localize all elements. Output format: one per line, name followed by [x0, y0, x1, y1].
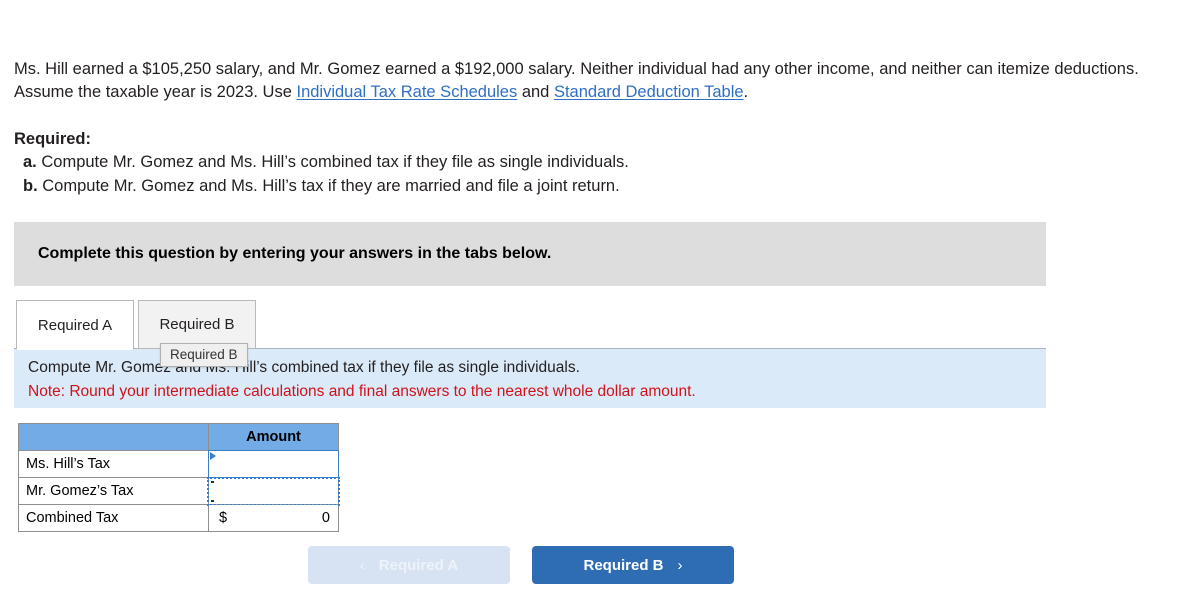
combined-tax-currency: $ [219, 510, 228, 526]
input-ms-hills-tax[interactable] [208, 450, 339, 478]
tab-required-b[interactable]: Required B [138, 300, 256, 349]
combined-tax-money-row: $ 0 [209, 505, 338, 531]
prev-required-a-button[interactable]: ‹ Required A [308, 546, 510, 584]
prev-button-label: Required A [378, 556, 459, 574]
table-row: Mr. Gomez’s Tax [18, 477, 340, 506]
rounding-note-text: Note: Round your intermediate calculatio… [28, 383, 696, 400]
required-item-a: a. Compute Mr. Gomez and Ms. Hill’s comb… [14, 151, 1014, 174]
individual-tax-rate-schedules-link[interactable]: Individual Tax Rate Schedules [296, 83, 517, 101]
combined-tax-value: 0 [321, 510, 330, 526]
required-item-b-text: Compute Mr. Gomez and Ms. Hill’s tax if … [42, 176, 620, 195]
instruction-banner: Complete this question by entering your … [14, 222, 1046, 286]
row-label-ms-hills-tax: Ms. Hill’s Tax [18, 450, 209, 478]
table-header-amount: Amount [208, 423, 339, 451]
tab-required-a-label: Required A [37, 316, 113, 334]
tab-strip: Required A Required B [16, 299, 256, 350]
problem-text-part-2: and [517, 83, 554, 102]
chevron-right-icon: › [677, 556, 683, 574]
cell-caret-icon [210, 452, 216, 460]
tab-required-a[interactable]: Required A [16, 300, 134, 350]
answer-table: Amount Ms. Hill’s Tax Mr. Gomez’s Tax Co… [18, 423, 340, 532]
required-heading: Required: [14, 130, 92, 148]
selected-cell-outline [208, 450, 339, 478]
value-combined-tax: $ 0 [208, 504, 339, 532]
required-item-b-letter: b. [23, 176, 38, 195]
table-header-blank [18, 423, 209, 451]
table-header-row: Amount [18, 423, 339, 451]
tab-required-b-label: Required B [159, 316, 235, 333]
worksheet-page: Ms. Hill earned a $105,250 salary, and M… [0, 0, 1200, 610]
next-required-b-button[interactable]: Required B › [532, 546, 734, 584]
problem-statement: Ms. Hill earned a $105,250 salary, and M… [14, 58, 1146, 105]
navigation-buttons: ‹ Required A Required B › [308, 546, 734, 584]
required-block: Required: a. Compute Mr. Gomez and Ms. H… [14, 128, 1014, 198]
table-row: Ms. Hill’s Tax [18, 450, 339, 478]
input-mr-gomezs-tax[interactable] [207, 477, 340, 506]
tab-tooltip: Required B [160, 343, 248, 367]
required-item-a-letter: a. [23, 153, 37, 172]
text-cursor-icon [211, 481, 214, 502]
table-row: Combined Tax $ 0 [18, 504, 339, 532]
required-item-a-text: Compute Mr. Gomez and Ms. Hill’s combine… [41, 153, 629, 172]
problem-text-part-3: . [743, 83, 749, 102]
standard-deduction-table-link[interactable]: Standard Deduction Table [554, 83, 744, 101]
row-label-combined-tax: Combined Tax [18, 504, 209, 532]
marquee-selection-outline [207, 477, 340, 506]
required-item-b: b. Compute Mr. Gomez and Ms. Hill’s tax … [14, 175, 1014, 198]
question-text: Compute Mr. Gomez and Ms. Hill’s combine… [28, 359, 580, 376]
chevron-left-icon: ‹ [359, 556, 365, 574]
next-button-label: Required B [583, 556, 664, 574]
instruction-banner-text: Complete this question by entering your … [38, 245, 552, 262]
row-label-mr-gomezs-tax: Mr. Gomez’s Tax [18, 477, 209, 505]
